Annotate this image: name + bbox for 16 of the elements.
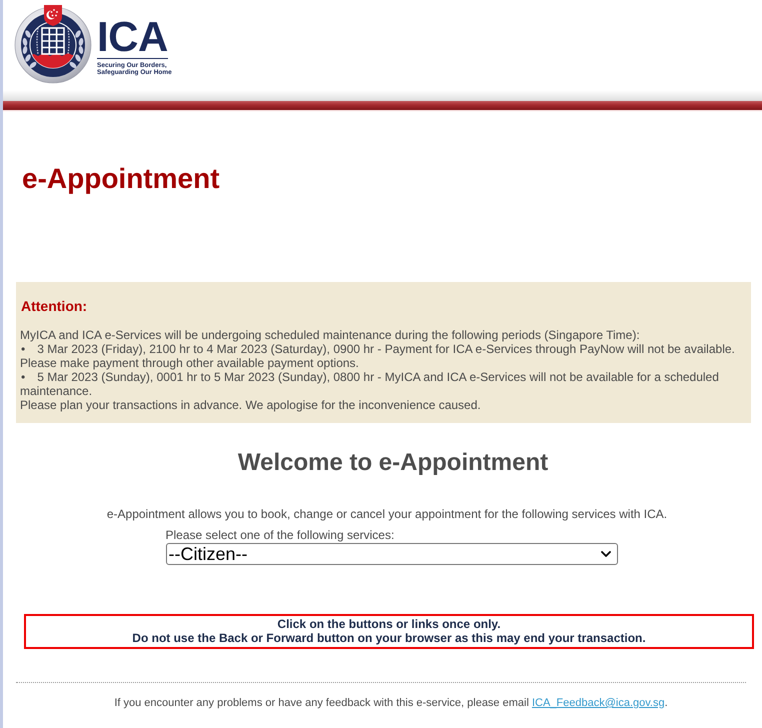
warning-text: Click on the buttons or links once only. — [277, 617, 501, 631]
welcome-heading: Welcome to e-Appointment — [238, 449, 548, 477]
notice-bullet-text: • 3 Mar 2023 (Friday), 2100 hr to 4 Mar 2023 (Saturday), 0900 hr - Payment for ICA e-Services through PayNow will not be available. Please make payment through other available payment options. — [20, 342, 736, 370]
service-dropdown[interactable]: --Citizen-- — [166, 543, 618, 565]
notice-heading: Attention: — [21, 298, 88, 315]
notice-text: MyICA and ICA e-Services will be undergoing scheduled maintenance during the following periods (Singapore Time): — [20, 328, 641, 342]
notice-bullet-text: • 5 Mar 2023 (Sunday), 0001 hr to 5 Mar 2023 (Sunday), 0800 hr - MyICA and ICA e-Services will not be available for a scheduled maintenance. — [20, 370, 720, 398]
select-label: Please select one of the following services: — [166, 528, 394, 542]
footer-text: If you encounter any problems or have any feedback with this e-service, please email ICA_Feedback@ica.gov.sg. — [114, 696, 668, 710]
logo-wordmark: ICA — [97, 16, 168, 59]
page-title: e-Appointment — [22, 162, 220, 196]
intro-text: e-Appointment allows you to book, change or cancel your appointment for the following services with ICA. — [106, 507, 668, 521]
crest-icon — [14, 4, 92, 84]
notice-text: Please plan your transactions in advance. We apologise for the inconvenience caused. — [20, 398, 482, 412]
chevron-icon — [600, 551, 610, 557]
warning-text: Do not use the Back or Forward button on your browser as this may end your transaction. — [132, 631, 646, 645]
